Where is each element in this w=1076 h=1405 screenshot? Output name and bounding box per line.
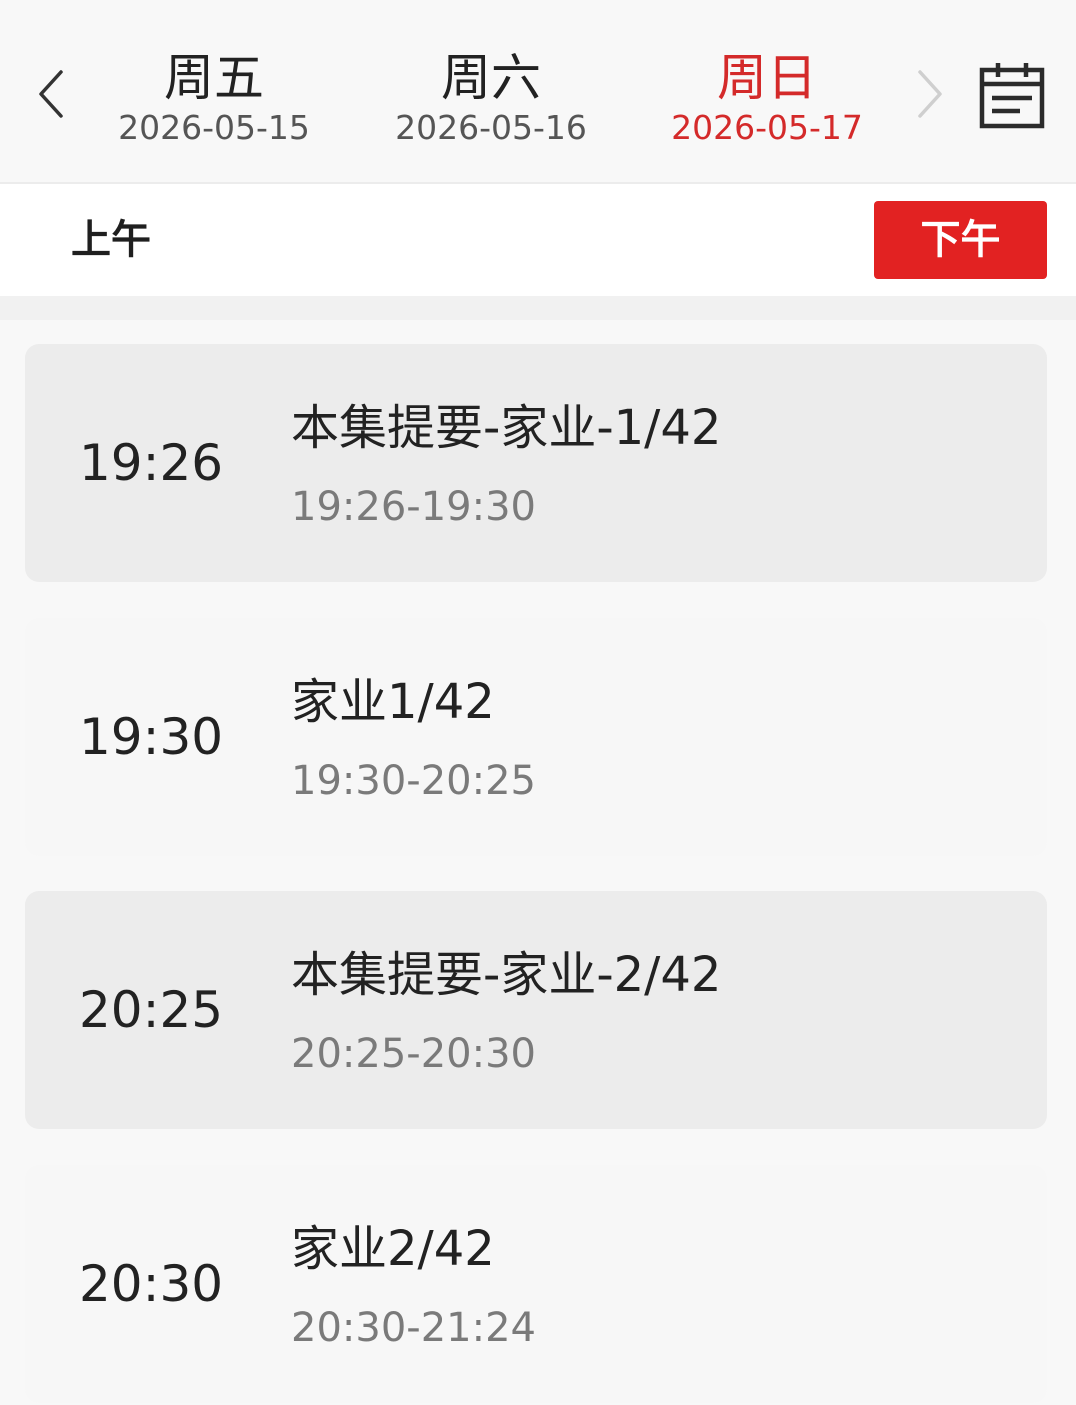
calendar-button[interactable]	[978, 60, 1046, 130]
tab-afternoon[interactable]: 下午	[874, 201, 1047, 279]
day-weekday-label: 周五	[164, 49, 264, 107]
program-item[interactable]: 20:30 家业2/42 20:30-21:24	[25, 1165, 1047, 1403]
program-start-time: 19:30	[79, 708, 224, 766]
day-date-label: 2026-05-17	[671, 108, 863, 147]
program-title: 本集提要-家业-2/42	[291, 947, 722, 1003]
day-tab-friday[interactable]: 周五 2026-05-15	[94, 46, 334, 148]
program-item[interactable]: 20:25 本集提要-家业-2/42 20:25-20:30	[25, 891, 1047, 1129]
program-item[interactable]: 19:26 本集提要-家业-1/42 19:26-19:30	[25, 344, 1047, 582]
program-start-time: 20:25	[79, 981, 224, 1039]
program-title: 本集提要-家业-1/42	[291, 400, 722, 456]
calendar-icon	[978, 63, 1046, 134]
divider	[0, 296, 1076, 320]
program-time-range: 20:30-21:24	[291, 1305, 536, 1351]
program-item[interactable]: 19:30 家业1/42 19:30-20:25	[25, 618, 1047, 856]
day-tab-sunday[interactable]: 周日 2026-05-17	[647, 46, 887, 148]
program-time-range: 20:25-20:30	[291, 1031, 536, 1077]
program-start-time: 19:26	[79, 434, 224, 492]
program-time-range: 19:30-20:25	[291, 758, 536, 804]
next-day-button[interactable]	[915, 66, 945, 122]
chevron-right-icon	[915, 66, 945, 122]
previous-day-button[interactable]	[36, 66, 66, 122]
day-weekday-label: 周六	[441, 49, 541, 107]
period-tabs: 上午 下午	[0, 184, 1076, 296]
chevron-left-icon	[36, 66, 66, 122]
program-title: 家业1/42	[291, 674, 495, 730]
tab-morning[interactable]: 上午	[56, 201, 166, 279]
day-date-label: 2026-05-15	[118, 108, 310, 147]
day-date-label: 2026-05-16	[395, 108, 587, 147]
day-tab-saturday[interactable]: 周六 2026-05-16	[371, 46, 611, 148]
program-title: 家业2/42	[291, 1221, 495, 1277]
day-weekday-label: 周日	[717, 49, 817, 107]
program-start-time: 20:30	[79, 1255, 224, 1313]
program-time-range: 19:26-19:30	[291, 484, 536, 530]
date-navigation-bar: 周五 2026-05-15 周六 2026-05-16 周日 2026-05-1…	[0, 0, 1076, 184]
